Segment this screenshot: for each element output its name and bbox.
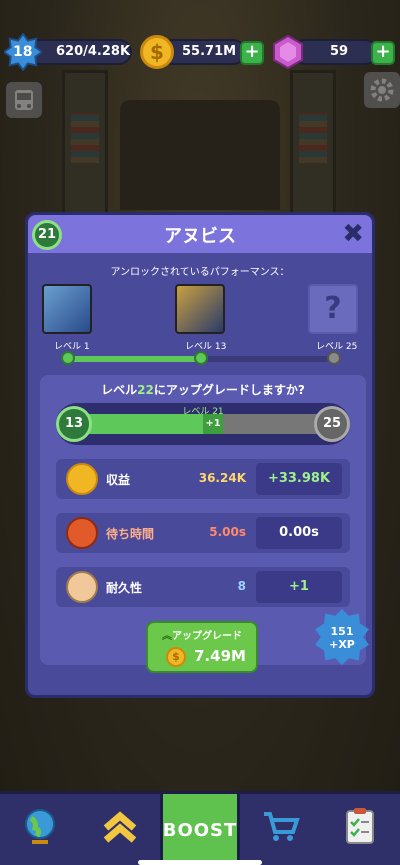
modal-title: アヌビス bbox=[164, 226, 236, 247]
level-progress-increment: +1 bbox=[203, 414, 223, 434]
stat-row-wait-time: 待ち時間 5.00s 0.00s bbox=[56, 513, 350, 553]
top-status-bar: 620/4.28K 18 55.71M $ + 59 + bbox=[0, 33, 400, 73]
upgrade-chevrons-icon bbox=[103, 811, 137, 843]
modal-header: 21 アヌビス ✖ bbox=[28, 215, 372, 253]
xp-amount: 151 bbox=[330, 625, 354, 638]
unlock-progress-fill bbox=[66, 356, 201, 362]
boost-button[interactable]: BOOST bbox=[160, 794, 240, 865]
upgrade-button[interactable]: ︽アップグレード $ 7.49M bbox=[146, 621, 258, 673]
upgrade-button-label: ︽アップグレード bbox=[162, 631, 242, 642]
stopwatch-icon bbox=[66, 517, 98, 549]
unlock-dot-2 bbox=[194, 351, 208, 365]
stat-row-durability: 耐久性 8 +1 bbox=[56, 567, 350, 607]
performance-locked[interactable]: ? bbox=[308, 284, 358, 334]
coin-icon: $ bbox=[140, 35, 174, 69]
gear-icon bbox=[370, 78, 394, 102]
xp-unit: +XP bbox=[329, 638, 355, 651]
coin-icon: $ bbox=[166, 647, 186, 667]
player-level: 18 bbox=[13, 44, 33, 60]
checklist-icon bbox=[346, 808, 374, 844]
upgrade-question: レベル22にアップグレードしますか? bbox=[101, 383, 305, 397]
shop-button[interactable] bbox=[240, 794, 320, 865]
tasks-button[interactable] bbox=[320, 794, 400, 865]
unlock-dot-1 bbox=[61, 351, 75, 365]
performance-thumbnail-2[interactable] bbox=[175, 284, 225, 334]
unlock-dot-3 bbox=[327, 351, 341, 365]
crowd-icon bbox=[66, 571, 98, 603]
stat-increase: 0.00s bbox=[256, 517, 342, 549]
stat-increase: +1 bbox=[256, 571, 342, 603]
upgrade-target-level: 22 bbox=[137, 383, 154, 397]
settings-button[interactable] bbox=[364, 72, 400, 108]
performance-label-1: レベル 1 bbox=[54, 342, 90, 352]
progress-end-level: 25 bbox=[314, 406, 350, 442]
close-icon[interactable]: ✖ bbox=[342, 219, 364, 249]
performance-thumbnail-1[interactable] bbox=[42, 284, 92, 334]
upgrades-button[interactable] bbox=[80, 794, 160, 865]
gems-pill: 59 bbox=[292, 39, 378, 65]
upgrade-price: 7.49M bbox=[194, 647, 246, 665]
chevron-up-icon: ︽ bbox=[162, 631, 172, 642]
xp-value: 620/4.28K bbox=[56, 44, 131, 59]
performance-label-2: レベル 13 bbox=[185, 342, 227, 352]
coins-value: 55.71M bbox=[182, 44, 237, 59]
buy-coins-button[interactable]: + bbox=[240, 41, 264, 65]
stat-row-income: 収益 36.24K +33.98K bbox=[56, 459, 350, 499]
home-indicator bbox=[138, 860, 262, 865]
stat-increase: +33.98K bbox=[256, 463, 342, 495]
globe-icon bbox=[25, 809, 55, 844]
bus-icon bbox=[15, 90, 33, 110]
cart-icon bbox=[264, 812, 300, 841]
unlock-title: アンロックされているパフォーマンス： bbox=[110, 267, 290, 278]
stat-value: 36.24K bbox=[198, 471, 246, 485]
level-progress-track: レベル 21 +1 bbox=[76, 407, 330, 434]
level-progress-fill bbox=[76, 414, 223, 434]
stat-name: 待ち時間 bbox=[106, 527, 155, 541]
stat-value: 8 bbox=[237, 579, 246, 593]
stat-name: 収益 bbox=[106, 473, 131, 487]
bus-button[interactable] bbox=[6, 82, 42, 118]
gems-value: 59 bbox=[330, 44, 349, 59]
buy-gems-button[interactable]: + bbox=[371, 41, 395, 65]
bottom-navigation: BOOST bbox=[0, 791, 400, 865]
progress-start-level: 13 bbox=[56, 406, 92, 442]
stat-value: 5.00s bbox=[209, 525, 246, 539]
gem-icon bbox=[273, 35, 303, 69]
performance-label-3: レベル 25 bbox=[316, 342, 358, 352]
level-progress-bar: レベル 21 +1 13 25 bbox=[56, 403, 350, 445]
stat-name: 耐久性 bbox=[106, 581, 143, 595]
globe-button[interactable] bbox=[0, 794, 80, 865]
money-hand-icon bbox=[66, 463, 98, 495]
